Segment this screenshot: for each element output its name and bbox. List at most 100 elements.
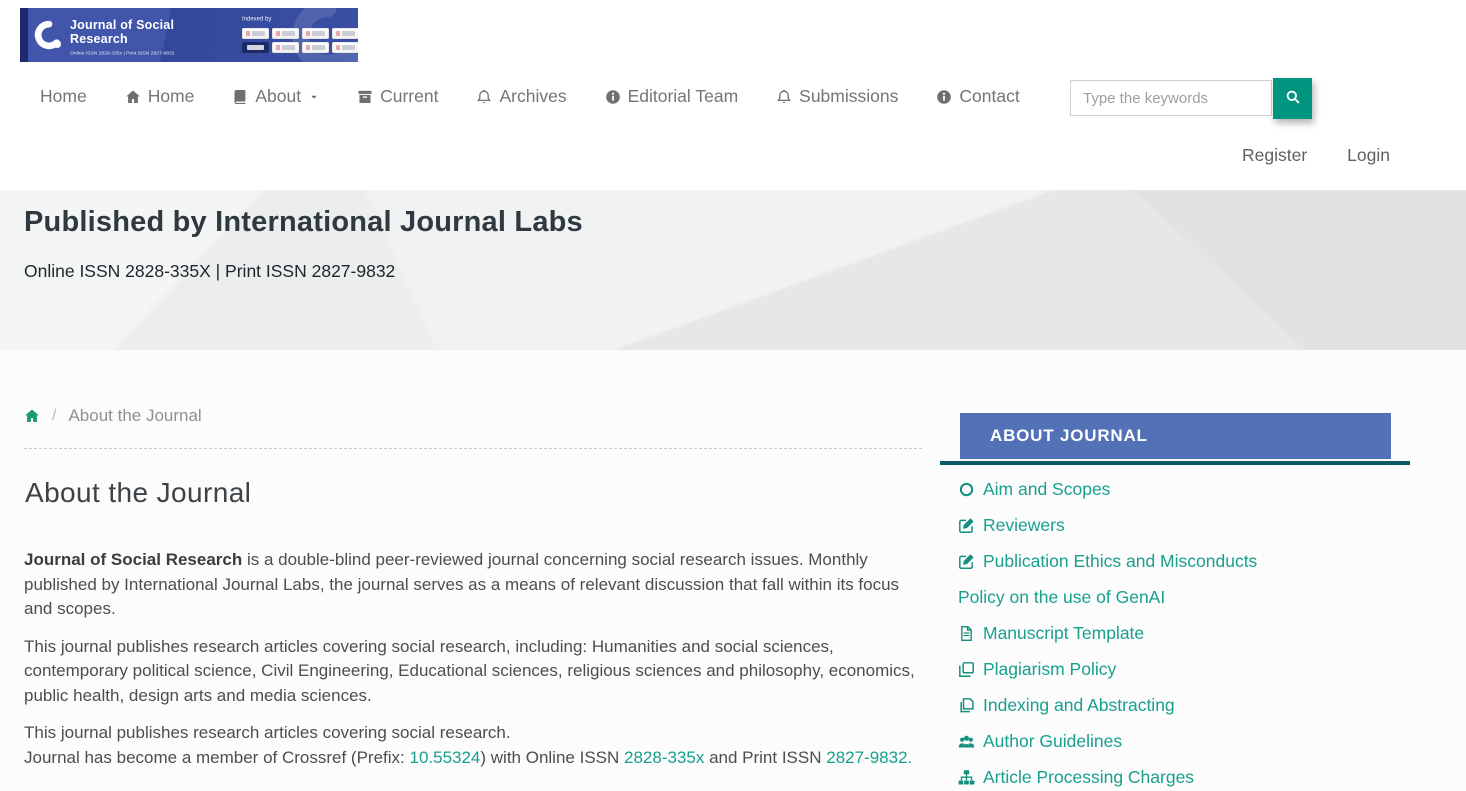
indexing-badge: [242, 28, 269, 39]
search-button[interactable]: [1273, 78, 1312, 119]
nav-item-current[interactable]: Current: [357, 86, 438, 107]
indexing-badge: [332, 42, 358, 53]
auth-links: Register Login: [1242, 145, 1390, 166]
search-icon: [1285, 89, 1301, 108]
nav-item-contact[interactable]: Contact: [936, 86, 1019, 107]
about-journal-sidebar: ABOUT JOURNAL Aim and Scopes Reviewers Pub…: [940, 413, 1410, 791]
crossref-text-mid2: and Print ISSN: [704, 748, 826, 767]
indexing-badges: [242, 28, 358, 53]
nav-item-label: Home: [40, 86, 87, 107]
book-icon: [232, 89, 248, 105]
sidebar-item-manuscript-template[interactable]: Manuscript Template: [958, 615, 1410, 651]
publisher-hero: Published by International Journal Labs …: [0, 190, 1466, 350]
sidebar-item-aim-and-scopes[interactable]: Aim and Scopes: [958, 471, 1410, 507]
sidebar-item-policy-on-the-use-of-genai[interactable]: Policy on the use of GenAI: [958, 579, 1410, 615]
banner-left-bar: [20, 8, 28, 62]
paragraph-crossref: This journal publishes research articles…: [24, 721, 926, 770]
info-icon: [936, 89, 952, 105]
paragraph-scope: This journal publishes research articles…: [24, 635, 926, 709]
publisher-issn: Online ISSN 2828-335X | Print ISSN 2827-…: [24, 261, 395, 282]
breadcrumb-separator: /: [52, 407, 56, 425]
paragraph-intro: Journal of Social Research is a double-b…: [24, 548, 926, 622]
home-icon: [125, 89, 141, 105]
paragraph-crossref-line1: This journal publishes research articles…: [24, 723, 511, 742]
sidebar-item-publication-ethics-and-misconducts[interactable]: Publication Ethics and Misconducts: [958, 543, 1410, 579]
bell-icon: [776, 89, 792, 105]
crossref-text-pre: Journal has become a member of Crossref …: [24, 748, 409, 767]
edit-icon: [958, 553, 975, 570]
indexing-badge: [272, 28, 299, 39]
nav-item-label: About: [255, 86, 301, 107]
sidebar-item-plagiarism-policy[interactable]: Plagiarism Policy: [958, 651, 1410, 687]
journal-logo-banner[interactable]: Journal of Social Research Online ISSN 2…: [20, 8, 358, 62]
sidebar-item-label: Indexing and Abstracting: [983, 695, 1175, 716]
nav-item-home[interactable]: Home: [125, 86, 195, 107]
sidebar-item-indexing-and-abstracting[interactable]: Indexing and Abstracting: [958, 687, 1410, 723]
banner-text: Journal of Social Research Online ISSN 2…: [70, 18, 238, 59]
edit-icon: [958, 517, 975, 534]
search-box: [1070, 78, 1312, 120]
nav-item-label: Home: [148, 86, 195, 107]
page-title: About the Journal: [25, 477, 251, 509]
nav-item-editorial-team[interactable]: Editorial Team: [605, 86, 739, 107]
breadcrumb-current: About the Journal: [68, 406, 201, 426]
register-link[interactable]: Register: [1242, 145, 1307, 166]
nav-item-label: Archives: [499, 86, 566, 107]
sidebar-item-label: Author Guidelines: [983, 731, 1122, 752]
sidebar-list: Aim and Scopes Reviewers Publication Ethic…: [940, 471, 1410, 791]
users-icon: [958, 733, 975, 750]
sidebar-item-author-guidelines[interactable]: Author Guidelines: [958, 723, 1410, 759]
bell-icon: [476, 89, 492, 105]
sitemap-icon: [958, 769, 975, 786]
login-link[interactable]: Login: [1347, 145, 1390, 166]
nav-item-label: Editorial Team: [628, 86, 739, 107]
nav-item-label: Current: [380, 86, 438, 107]
nav-item-archives[interactable]: Archives: [476, 86, 566, 107]
breadcrumb: / About the Journal: [24, 406, 922, 449]
sidebar-item-reviewers[interactable]: Reviewers: [958, 507, 1410, 543]
file-icon: [958, 625, 975, 642]
sidebar-item-label: Article Processing Charges: [983, 767, 1194, 788]
indexed-by-block: Indexed by: [242, 15, 358, 53]
sidebar-item-label: Policy on the use of GenAI: [958, 587, 1165, 608]
main-nav: Home Home About Current Archives Editorial Te…: [40, 86, 1020, 107]
nav-item-label: Contact: [959, 86, 1019, 107]
caret-icon: [309, 92, 319, 102]
sidebar-item-label: Plagiarism Policy: [983, 659, 1116, 680]
info-icon: [605, 89, 621, 105]
sidebar-header: ABOUT JOURNAL: [960, 413, 1391, 459]
crossref-prefix-link[interactable]: 10.55324: [409, 748, 480, 767]
circle-icon: [958, 481, 975, 498]
nav-item-about[interactable]: About: [232, 86, 319, 107]
indexing-badge: [332, 28, 358, 39]
crossref-text-mid1: ) with Online ISSN: [480, 748, 624, 767]
sidebar-item-label: Reviewers: [983, 515, 1065, 536]
print-issn-link[interactable]: 2827-9832.: [826, 748, 912, 767]
archive-icon: [357, 89, 373, 105]
sidebar-divider: [940, 461, 1410, 465]
pages-icon: [958, 697, 975, 714]
indexing-badge: [302, 42, 329, 53]
journal-logo-icon: [34, 20, 64, 50]
sidebar-item-label: Publication Ethics and Misconducts: [983, 551, 1257, 572]
banner-issn-line: Online ISSN 2828-335x | Print ISSN 2827-…: [70, 50, 174, 56]
sidebar-item-label: Aim and Scopes: [983, 479, 1110, 500]
copy-icon: [958, 661, 975, 678]
banner-journal-title: Journal of Social Research: [70, 18, 180, 47]
sidebar-item-article-processing-charges[interactable]: Article Processing Charges: [958, 759, 1410, 791]
search-input[interactable]: [1070, 80, 1272, 116]
nav-item-label: Submissions: [799, 86, 898, 107]
article-body: Journal of Social Research is a double-b…: [24, 548, 926, 783]
online-issn-link[interactable]: 2828-335x: [624, 748, 704, 767]
journal-about-page: Journal of Social Research Online ISSN 2…: [0, 0, 1466, 791]
publisher-title: Published by International Journal Labs: [24, 206, 583, 239]
indexing-badge: [302, 28, 329, 39]
journal-name-bold: Journal of Social Research: [24, 550, 242, 569]
indexing-badge: [272, 42, 299, 53]
indexing-badge: [242, 42, 269, 53]
indexed-by-label: Indexed by: [242, 15, 331, 22]
breadcrumb-home-icon[interactable]: [24, 408, 40, 424]
nav-item-submissions[interactable]: Submissions: [776, 86, 898, 107]
sidebar-item-label: Manuscript Template: [983, 623, 1144, 644]
nav-item-home-plain[interactable]: Home: [40, 86, 87, 107]
